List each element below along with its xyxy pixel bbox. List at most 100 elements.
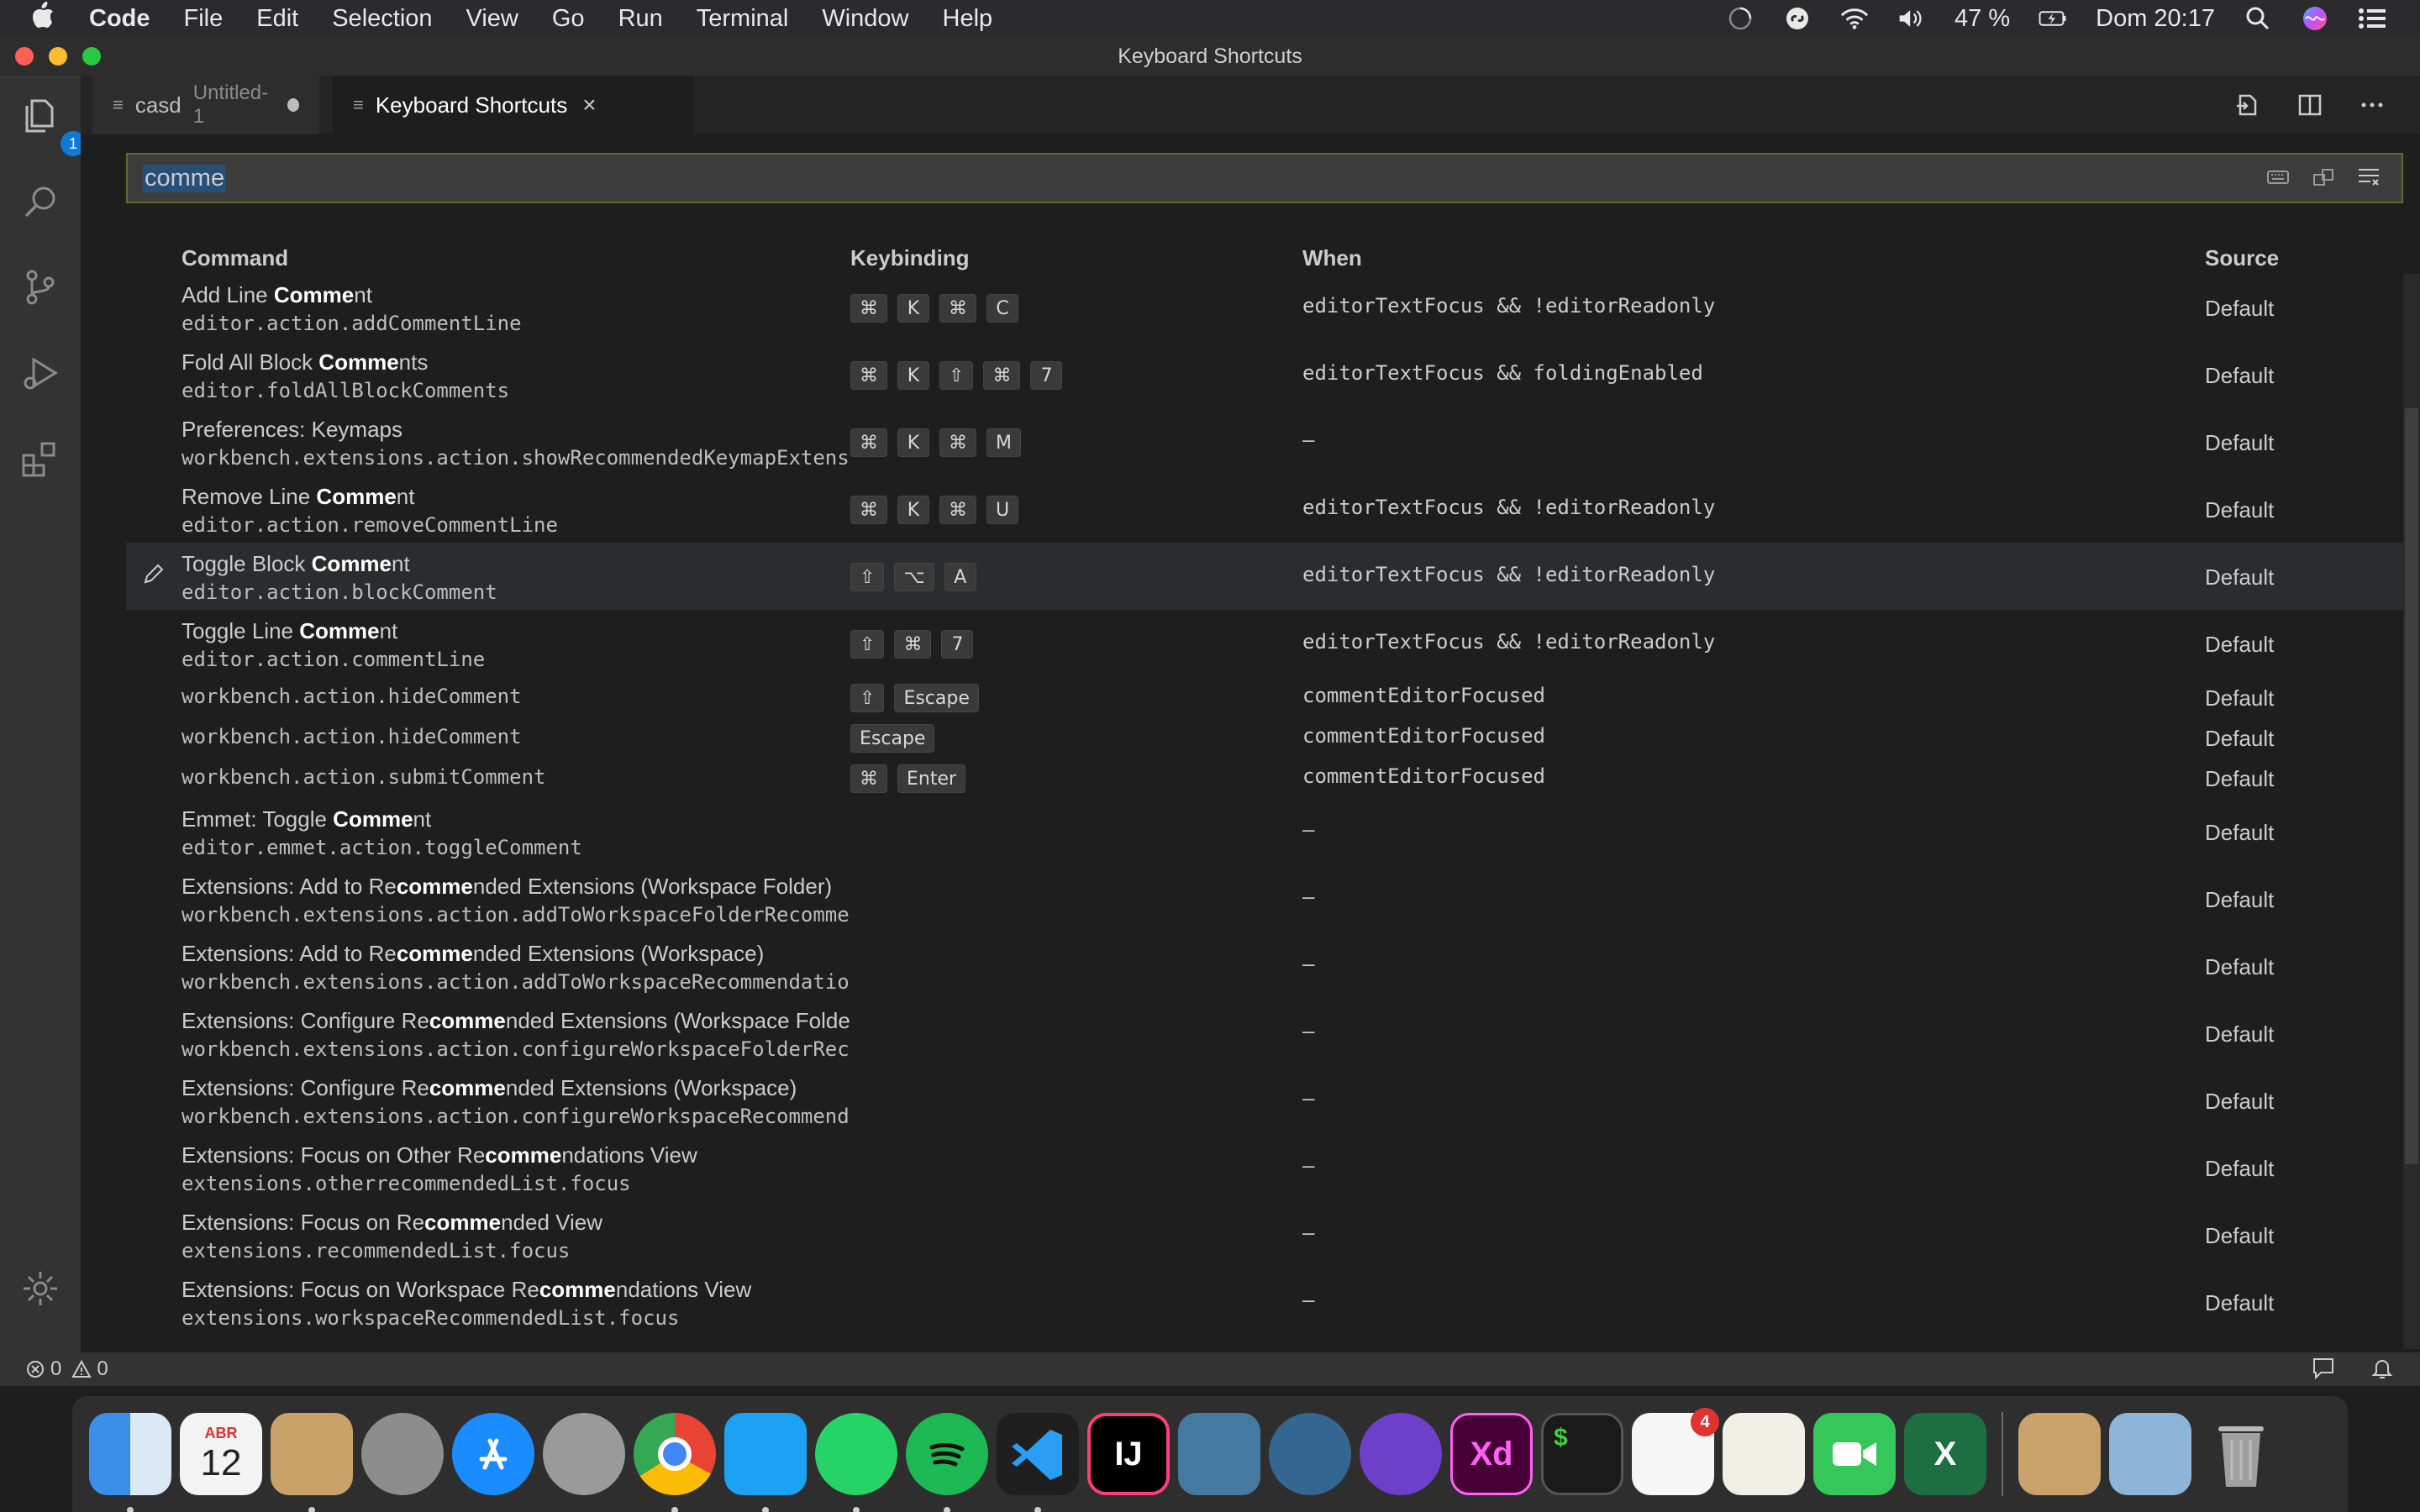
manage-gear-icon[interactable]: [20, 1268, 60, 1309]
open-json-icon[interactable]: [2233, 91, 2262, 123]
extensions-icon[interactable]: [20, 438, 60, 479]
menu-code[interactable]: Code: [89, 5, 150, 33]
record-keys-icon[interactable]: [2265, 165, 2291, 194]
downloads-folder-icon[interactable]: [2018, 1413, 2101, 1495]
finder-icon[interactable]: [89, 1413, 171, 1512]
menu-selection[interactable]: Selection: [332, 5, 432, 33]
table-row[interactable]: Preferences: Keymaps workbench.extensions…: [126, 408, 2403, 475]
keybindings-search-box[interactable]: comme: [126, 153, 2403, 203]
table-row[interactable]: Extensions: Configure Recommended Extens…: [126, 1000, 2403, 1067]
notifications-bell-icon[interactable]: [2370, 1356, 2395, 1387]
twitter-icon[interactable]: [724, 1413, 807, 1512]
menu-terminal[interactable]: Terminal: [697, 5, 789, 33]
shazam-icon[interactable]: [1783, 4, 1812, 33]
table-row[interactable]: Extensions: Focus on Other Recommendatio…: [126, 1134, 2403, 1201]
close-tab-icon[interactable]: ×: [582, 92, 596, 118]
split-editor-icon[interactable]: [2296, 91, 2324, 123]
source-control-icon[interactable]: [20, 267, 60, 307]
spotlight-search-icon[interactable]: [2244, 4, 2272, 33]
table-row[interactable]: Extensions: Add to Recommended Extension…: [126, 865, 2403, 932]
menu-go[interactable]: Go: [552, 5, 585, 33]
app-store-icon[interactable]: [452, 1413, 534, 1495]
table-row[interactable]: Toggle Line Comment editor.action.comment…: [126, 610, 2403, 677]
table-row[interactable]: Extensions: Add to Recommended Extension…: [126, 932, 2403, 1000]
terminal-icon[interactable]: $: [1541, 1413, 1623, 1495]
scrollbar-thumb[interactable]: [2405, 408, 2418, 1164]
wifi-icon[interactable]: [1840, 4, 1869, 33]
table-row-selected[interactable]: Toggle Block Comment editor.action.blockC…: [126, 543, 2403, 610]
facetime-icon[interactable]: [1813, 1413, 1896, 1495]
unsaved-dot-icon[interactable]: [287, 98, 299, 112]
tab-untitled[interactable]: ≡ casd Untitled-1: [92, 76, 319, 134]
when-clause: —: [1302, 818, 1315, 842]
table-row[interactable]: workbench.action.submitComment ⌘ Enter co…: [126, 758, 2403, 798]
column-when[interactable]: When: [1302, 245, 1362, 271]
clear-search-icon[interactable]: [2356, 165, 2381, 194]
vscode-icon[interactable]: [997, 1413, 1079, 1512]
spotify-icon[interactable]: [906, 1413, 988, 1512]
table-row[interactable]: Fold All Block Comments editor.foldAllBlo…: [126, 341, 2403, 408]
menu-run[interactable]: Run: [618, 5, 663, 33]
keybinding-keys: ⌘ K ⌘ U: [850, 496, 1019, 524]
minimize-window-button[interactable]: [49, 47, 67, 66]
system-preferences-icon[interactable]: [361, 1413, 444, 1495]
explorer-icon[interactable]: 1: [20, 96, 86, 156]
macos-dock: ABR 12 IJ Xd $ 4 X: [72, 1396, 2348, 1512]
table-row[interactable]: Add Line Comment editor.action.addComment…: [126, 274, 2403, 341]
more-actions-icon[interactable]: [2358, 91, 2386, 123]
chrome-icon[interactable]: [634, 1413, 716, 1512]
table-row[interactable]: workbench.action.hideComment Escape comm…: [126, 717, 2403, 758]
whatsapp-icon[interactable]: [815, 1413, 897, 1512]
calendar-icon[interactable]: ABR 12: [180, 1413, 262, 1495]
github-desktop-icon[interactable]: [1360, 1413, 1442, 1495]
menu-help[interactable]: Help: [943, 5, 993, 33]
mysql-workbench-icon[interactable]: [1178, 1413, 1260, 1495]
problems-indicator[interactable]: 0 0: [25, 1357, 108, 1381]
volume-icon[interactable]: [1897, 4, 1926, 33]
command-title: Extensions: Configure Recommended Extens…: [182, 1008, 850, 1033]
zoom-window-button[interactable]: [82, 47, 101, 66]
excel-icon[interactable]: X: [1904, 1413, 1986, 1495]
command-id: editor.action.removeCommentLine: [182, 513, 558, 537]
sort-by-precedence-icon[interactable]: [2311, 165, 2336, 194]
siri-icon[interactable]: [2301, 4, 2329, 33]
table-row[interactable]: Remove Line Comment editor.action.removeC…: [126, 475, 2403, 543]
menubar-clock[interactable]: Dom 20:17: [2096, 5, 2215, 33]
trash-icon[interactable]: [2200, 1413, 2282, 1495]
search-input[interactable]: comme: [143, 164, 227, 192]
battery-charging-icon[interactable]: [2039, 4, 2067, 33]
table-row[interactable]: Extensions: Focus on Workspace Recommend…: [126, 1268, 2403, 1336]
search-icon[interactable]: [20, 181, 60, 222]
table-row[interactable]: Extensions: Configure Recommended Extens…: [126, 1067, 2403, 1134]
mail-bird-app-icon[interactable]: [271, 1413, 353, 1512]
command-id: workbench.extensions.action.configureWor…: [182, 1105, 850, 1128]
adobe-xd-icon[interactable]: Xd: [1450, 1413, 1533, 1495]
source-label: Default: [2205, 1290, 2275, 1315]
feedback-icon[interactable]: [2311, 1356, 2336, 1387]
menu-view[interactable]: View: [466, 5, 518, 33]
run-debug-icon[interactable]: [20, 353, 60, 393]
notification-center-icon[interactable]: [2358, 4, 2386, 33]
table-row[interactable]: Emmet: Toggle Comment editor.emmet.action…: [126, 798, 2403, 865]
intellij-icon[interactable]: IJ: [1087, 1413, 1170, 1495]
column-source[interactable]: Source: [2205, 245, 2279, 271]
table-row[interactable]: workbench.action.hideComment ⇧ Escape com…: [126, 677, 2403, 717]
source-label: Default: [2205, 430, 2275, 455]
menu-edit[interactable]: Edit: [256, 5, 298, 33]
column-keybinding[interactable]: Keybinding: [850, 245, 970, 271]
menu-window[interactable]: Window: [822, 5, 908, 33]
launchpad-rocket-icon[interactable]: [543, 1413, 625, 1495]
menu-file[interactable]: File: [184, 5, 224, 33]
textedit-icon[interactable]: [1723, 1413, 1805, 1495]
vertical-scrollbar[interactable]: [2403, 274, 2420, 1349]
tab-keyboard-shortcuts[interactable]: ≡ Keyboard Shortcuts ×: [333, 76, 694, 134]
preview-photos-icon[interactable]: [2109, 1413, 2191, 1495]
night-shift-icon[interactable]: [1726, 4, 1754, 33]
apple-icon[interactable]: [30, 1, 64, 37]
reminders-icon[interactable]: 4: [1632, 1408, 1719, 1495]
close-window-button[interactable]: [15, 47, 34, 66]
edit-keybinding-pencil-icon[interactable]: [141, 561, 166, 591]
postgresql-elephant-icon[interactable]: [1269, 1413, 1351, 1495]
table-row[interactable]: Extensions: Focus on Recommended View ext…: [126, 1201, 2403, 1268]
column-command[interactable]: Command: [182, 245, 288, 271]
